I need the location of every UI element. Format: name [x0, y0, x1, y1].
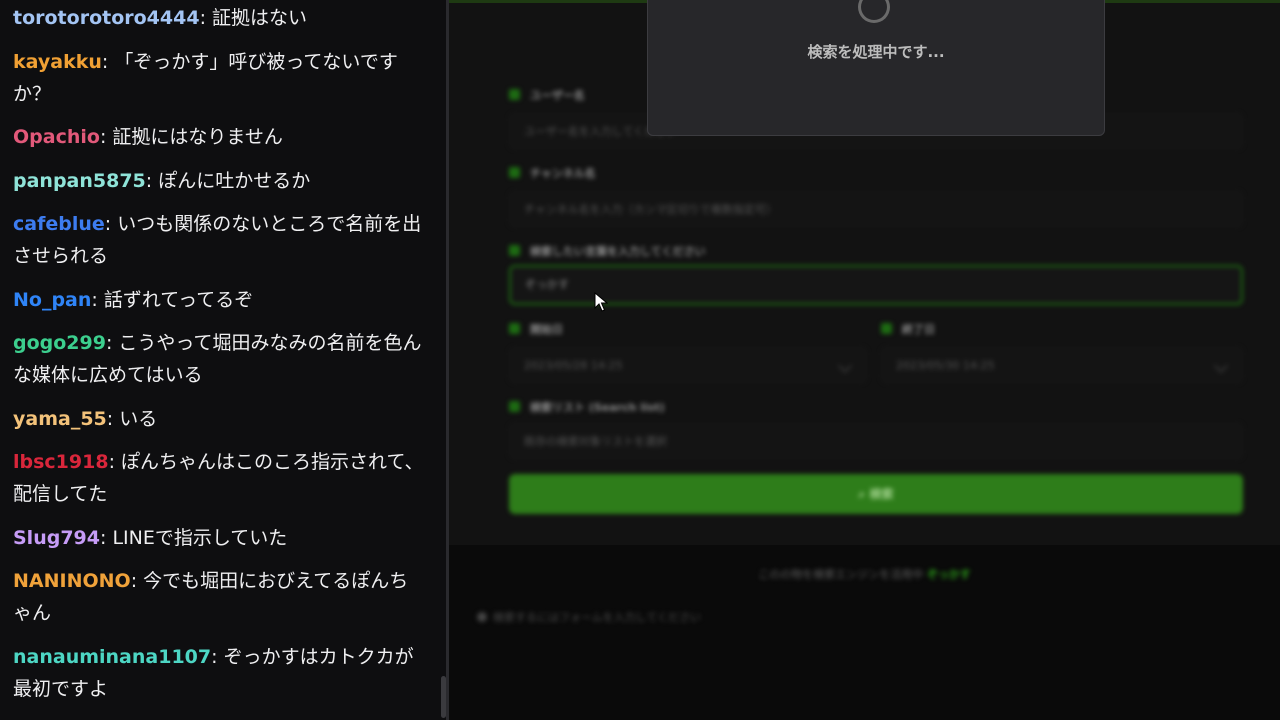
chat-separator: :	[145, 169, 159, 192]
chat-username[interactable]: NANINONO	[13, 570, 131, 592]
keyword-label-text: 検索したい言葉を入力してください	[530, 245, 706, 258]
chat-message: kayakku: 「ぞっかす」呼び被ってないですか？	[13, 46, 424, 110]
end-date-label-text: 終了日	[902, 323, 935, 336]
chat-message-list: torotorotoro4444: 証拠はない kayakku: 「ぞっかす」呼び…	[0, 0, 446, 705]
chat-separator: :	[211, 645, 224, 668]
chat-separator: :	[104, 213, 118, 235]
chat-username[interactable]: gogo299	[13, 332, 106, 354]
chat-separator: :	[199, 7, 213, 29]
chat-text: いる	[119, 407, 158, 430]
search-list-label: 検索リスト (Search list)	[509, 399, 665, 415]
chat-message: cafeblue: いつも関係のないところで名前を出させられる	[13, 208, 424, 272]
calendar-icon	[881, 323, 892, 334]
chat-username[interactable]: Opachio	[13, 126, 100, 148]
search-list-placeholder: 既存の検索対象リストを選択	[524, 435, 667, 448]
loading-dialog: 検索を処理中です...	[647, 0, 1105, 136]
chat-username[interactable]: nanauminana1107	[13, 646, 211, 668]
search-button[interactable]: ⌕ 検索	[509, 474, 1243, 514]
chat-text: ぽんに吐かせるか	[158, 169, 311, 192]
chat-separator: :	[105, 332, 119, 354]
chat-username[interactable]: No_pan	[13, 289, 91, 311]
chat-message: Opachio: 証拠にはなりません	[13, 121, 424, 153]
username-label-text: ユーザー名	[530, 89, 585, 102]
chat-scrollbar[interactable]	[441, 676, 446, 718]
loading-text: 検索を処理中です...	[807, 43, 945, 61]
search-icon	[509, 245, 520, 256]
chat-username[interactable]: torotorotoro4444	[13, 7, 200, 29]
chat-username[interactable]: lbsc1918	[13, 451, 109, 473]
chat-text: 証拠はない	[212, 7, 308, 29]
end-date-input[interactable]: 2023/05/30 14:25	[881, 347, 1243, 383]
channel-placeholder: チャンネル名を入力（カンマ区切りで複数指定可）	[524, 203, 777, 216]
keyword-value: ぞっかす	[525, 278, 569, 291]
chevron-down-icon	[837, 358, 853, 374]
search-list-select[interactable]: 既存の検索対象リストを選択	[509, 423, 1243, 459]
footer-link[interactable]: ぞっかす	[927, 568, 971, 581]
channel-label-text: チャンネル名	[530, 167, 596, 180]
search-list-label-text: 検索リスト (Search list)	[530, 401, 665, 414]
end-date-value: 2023/05/30 14:25	[896, 359, 995, 372]
keyword-input[interactable]: ぞっかす	[509, 265, 1243, 305]
chat-message: Slug794: LINEで指示していた	[13, 522, 424, 554]
footer-note: このの物を検索エンジンを活用中 ぞっかす	[449, 566, 1280, 582]
footer-note-text: このの物を検索エンジンを活用中	[758, 568, 924, 581]
chat-separator: :	[101, 50, 115, 73]
chat-separator: :	[106, 407, 120, 430]
search-icon: ⌕	[858, 487, 870, 501]
footer: このの物を検索エンジンを活用中 ぞっかす 検索するにはフォームを入力してください	[449, 548, 1280, 648]
footer-tip-text: 検索するにはフォームを入力してください	[493, 611, 702, 624]
start-date-label-text: 開始日	[530, 323, 563, 336]
spinner-icon	[858, 0, 890, 23]
chat-text: 話ずれてってるぞ	[103, 288, 254, 311]
chat-message: yama_55: いる	[13, 403, 424, 435]
chevron-down-icon	[1213, 358, 1229, 374]
start-date-label: 開始日	[509, 321, 563, 337]
footer-tip: 検索するにはフォームを入力してください	[477, 609, 701, 625]
chat-message: NANINONO: 今でも堀田におびえてるぽんちゃん	[13, 565, 424, 629]
chat-message: panpan5875: ぽんに吐かせるか	[13, 165, 424, 197]
channel-input[interactable]: チャンネル名を入力（カンマ区切りで複数指定可）	[509, 191, 1243, 227]
chat-text: 証拠にはなりません	[112, 126, 283, 148]
calendar-icon	[509, 323, 520, 334]
start-date-value: 2023/05/28 14:25	[524, 359, 623, 372]
chat-separator: :	[108, 451, 122, 473]
mouse-cursor-icon	[594, 292, 608, 312]
chat-message: gogo299: こうやって堀田みなみの名前を色んな媒体に広めてはいる	[13, 327, 424, 391]
chat-separator: :	[91, 288, 104, 311]
chat-message: lbsc1918: ぽんちゃんはこのころ指示されて、配信してた	[13, 446, 424, 510]
chat-separator: :	[99, 526, 113, 549]
list-icon	[509, 401, 520, 412]
info-icon	[477, 612, 487, 622]
chat-username[interactable]: Slug794	[13, 527, 100, 549]
channel-label: チャンネル名	[509, 165, 596, 181]
chat-username[interactable]: yama_55	[13, 408, 107, 430]
search-button-label: 検索	[869, 487, 894, 501]
user-icon	[509, 89, 520, 100]
chat-separator: :	[99, 126, 113, 148]
chat-separator: :	[130, 570, 144, 592]
username-label: ユーザー名	[509, 87, 585, 103]
chat-username[interactable]: kayakku	[13, 51, 102, 73]
chat-message: nanauminana1107: ぞっかすはカトクカが最初ですよ	[13, 641, 424, 705]
chat-username[interactable]: cafeblue	[13, 213, 105, 235]
keyword-label: 検索したい言葉を入力してください	[509, 243, 705, 259]
channel-icon	[509, 167, 520, 178]
chat-username[interactable]: panpan5875	[13, 170, 146, 192]
start-date-input[interactable]: 2023/05/28 14:25	[509, 347, 867, 383]
chat-text: LINEで指示していた	[112, 526, 288, 549]
chat-message: No_pan: 話ずれてってるぞ	[13, 284, 424, 316]
chat-message: torotorotoro4444: 証拠はない	[13, 2, 424, 34]
chat-panel: torotorotoro4444: 証拠はない kayakku: 「ぞっかす」呼び…	[0, 0, 446, 720]
end-date-label: 終了日	[881, 321, 935, 337]
